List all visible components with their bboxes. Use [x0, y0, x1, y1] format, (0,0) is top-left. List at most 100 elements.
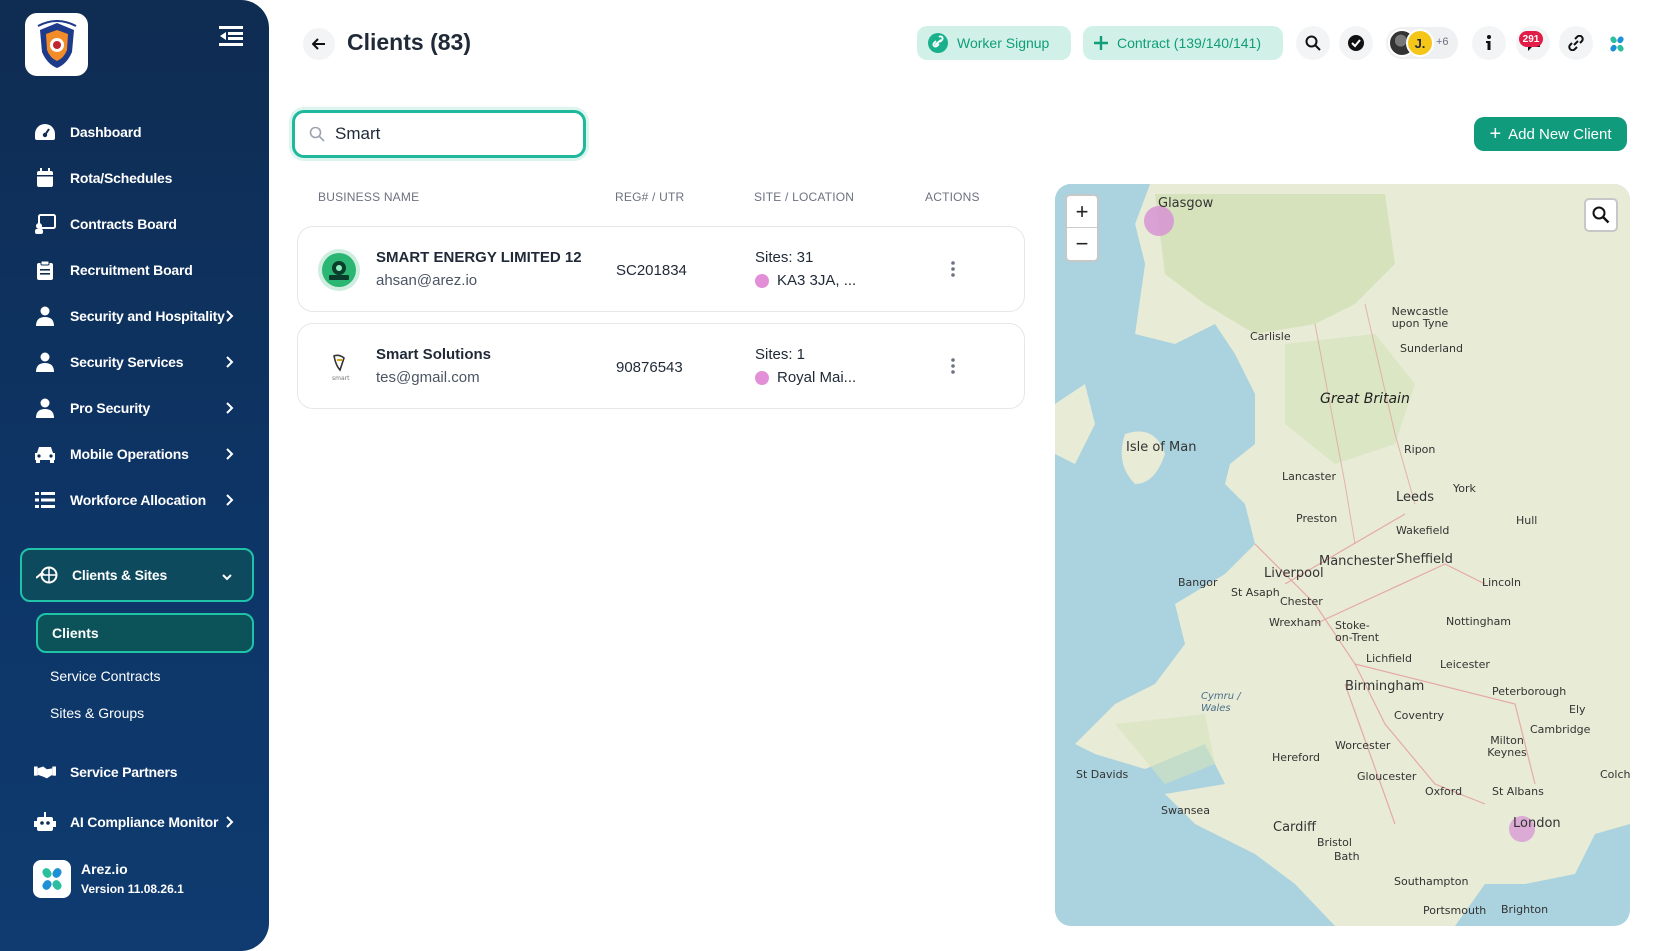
sidebar-item-recruitment-board[interactable]: Recruitment Board: [20, 250, 254, 290]
link-icon: [1568, 35, 1584, 51]
registration-number: SC201834: [616, 262, 687, 279]
user-icon: [34, 351, 56, 373]
worker-signup-button[interactable]: Worker Signup: [917, 26, 1071, 60]
worker-signup-label: Worker Signup: [957, 35, 1050, 51]
back-button[interactable]: [303, 28, 335, 60]
sidebar-subitem-sites-and-groups[interactable]: Sites & Groups: [36, 693, 254, 733]
sites-map[interactable]: Glasgow Newcastle upon Tyne Sunderland C…: [1055, 184, 1630, 926]
add-new-client-button[interactable]: + Add New Client: [1474, 117, 1627, 151]
map-label: Preston: [1296, 512, 1338, 525]
sidebar-item-ai-compliance-monitor[interactable]: AI Compliance Monitor: [20, 802, 254, 842]
client-search[interactable]: [292, 110, 586, 158]
row-actions-button[interactable]: [938, 254, 968, 284]
arez-logo-icon[interactable]: [1608, 35, 1626, 53]
sidebar-item-rota[interactable]: Rota/Schedules: [20, 158, 254, 198]
avatar-more-count: +6: [1436, 36, 1449, 48]
kebab-menu-icon: [951, 358, 955, 374]
sidebar-item-label: AI Compliance Monitor: [70, 814, 219, 830]
sidebar-item-label: Security Services: [70, 354, 184, 370]
sidebar-subitem-label: Clients: [52, 625, 99, 641]
sidebar-item-contracts-board[interactable]: Contracts Board: [20, 204, 254, 244]
team-avatars[interactable]: J. +6: [1386, 27, 1458, 59]
sidebar-item-security-and-hospitality[interactable]: Security and Hospitality: [20, 296, 254, 336]
sidebar-item-workforce-allocation[interactable]: Workforce Allocation: [20, 480, 254, 520]
map-label: Nottingham: [1446, 615, 1512, 628]
app-name: Arez.io: [81, 861, 128, 877]
search-button[interactable]: [1296, 26, 1330, 60]
business-email: ahsan@arez.io: [376, 272, 478, 289]
map-label: Cambridge: [1530, 723, 1591, 736]
map-label: Birmingham: [1345, 679, 1425, 694]
row-actions-button[interactable]: [938, 351, 968, 381]
sidebar-item-service-partners[interactable]: Service Partners: [20, 752, 254, 792]
brand-logo[interactable]: [25, 13, 88, 76]
sidebar-item-label: Pro Security: [70, 400, 151, 416]
search-icon: [1592, 206, 1610, 224]
contract-button[interactable]: Contract (139/140/141): [1083, 26, 1283, 60]
map-zoom-control: + −: [1065, 194, 1099, 262]
map-label: St Albans: [1492, 785, 1544, 798]
sidebar-subitem-service-contracts[interactable]: Service Contracts: [36, 656, 254, 696]
handshake-icon: [34, 761, 56, 783]
sidebar-item-security-services[interactable]: Security Services: [20, 342, 254, 382]
map-label: Lichfield: [1366, 652, 1412, 665]
chevron-right-icon: [226, 402, 234, 414]
table-row[interactable]: smart Smart Solutions tes@gmail.com 9087…: [297, 323, 1025, 409]
sidebar-item-label: Service Partners: [70, 764, 178, 780]
kebab-menu-icon: [951, 261, 955, 277]
location-dot: [755, 273, 769, 288]
map-label: Oxford: [1425, 785, 1463, 798]
user-icon: [34, 397, 56, 419]
sidebar-item-label: Contracts Board: [70, 216, 177, 232]
share-link-button[interactable]: [1559, 26, 1593, 60]
map-search-button[interactable]: [1584, 198, 1618, 232]
map-label: Peterborough: [1492, 685, 1567, 698]
list-icon: [34, 489, 56, 511]
sidebar-item-label: Clients & Sites: [72, 567, 168, 583]
map-label: St Davids: [1076, 768, 1129, 781]
map-label: Glasgow: [1158, 196, 1214, 211]
map-label: Stoke-on-Trent: [1335, 619, 1380, 644]
map-label: Colche: [1600, 768, 1630, 781]
search-input[interactable]: [335, 124, 565, 144]
table-row[interactable]: SMART ENERGY LIMITED 12 ahsan@arez.io SC…: [297, 226, 1025, 312]
sidebar-item-dashboard[interactable]: Dashboard: [20, 112, 254, 152]
arrow-left-icon: [312, 38, 325, 50]
avatar-initial: J.: [1406, 29, 1434, 57]
sidebar-item-mobile-operations[interactable]: Mobile Operations: [20, 434, 254, 474]
map-label: Worcester: [1335, 739, 1391, 752]
contract-label: Contract (139/140/141): [1117, 35, 1261, 51]
app-version: Version 11.08.26.1: [81, 882, 184, 896]
sidebar-subitem-clients[interactable]: Clients: [36, 613, 254, 653]
svg-text:smart: smart: [332, 375, 350, 382]
business-name[interactable]: SMART ENERGY LIMITED 12: [376, 249, 582, 266]
site-count: Sites: 1: [755, 346, 806, 363]
search-icon: [309, 126, 325, 142]
site-count: Sites: 31: [755, 249, 814, 266]
column-header-site-location: SITE / LOCATION: [754, 190, 855, 204]
search-icon: [1305, 35, 1321, 51]
map-label: Great Britain: [1320, 391, 1410, 407]
zoom-out-button[interactable]: −: [1067, 228, 1097, 260]
map-label: Manchester: [1319, 554, 1396, 569]
client-logo: smart: [318, 346, 360, 388]
chevron-right-icon: [226, 448, 234, 460]
sidebar-item-clients-and-sites[interactable]: Clients & Sites: [20, 548, 254, 602]
business-name[interactable]: Smart Solutions: [376, 346, 491, 363]
sidebar-item-label: Workforce Allocation: [70, 492, 207, 508]
info-button[interactable]: [1472, 26, 1506, 60]
sidebar-item-label: Security and Hospitality: [70, 308, 225, 324]
map-label: Leeds: [1396, 490, 1435, 505]
map-label: York: [1453, 482, 1476, 495]
business-email: tes@gmail.com: [376, 369, 480, 386]
chevron-right-icon: [226, 494, 234, 506]
map-label: Sheffield: [1396, 552, 1453, 567]
zoom-in-button[interactable]: +: [1067, 196, 1097, 228]
map-label: Wakefield: [1396, 524, 1450, 537]
menu-collapse-icon[interactable]: [218, 24, 244, 48]
sidebar-item-pro-security[interactable]: Pro Security: [20, 388, 254, 428]
tasks-button[interactable]: [1339, 26, 1373, 60]
column-header-business-name: BUSINESS NAME: [318, 190, 420, 204]
info-icon: [1486, 35, 1491, 50]
map-label: Hereford: [1272, 751, 1321, 764]
